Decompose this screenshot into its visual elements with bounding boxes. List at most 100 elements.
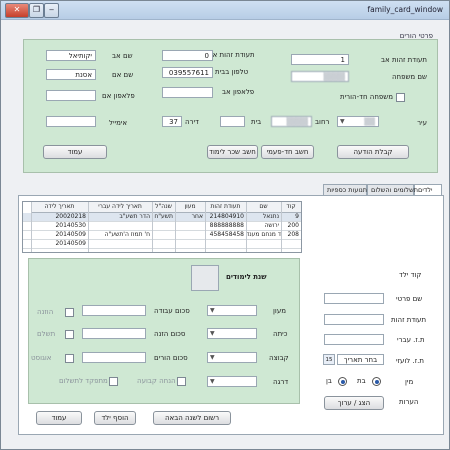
receive-message-button[interactable]: קבלת הודעה — [337, 145, 409, 159]
close-icon: ✕ — [13, 5, 21, 14]
table-row[interactable]: 20140509 — [23, 240, 301, 249]
col-header-heb-birth[interactable]: תאריך לידה עברי — [88, 202, 152, 213]
mother-name-label: שם אם — [112, 71, 134, 79]
paid-checkbox[interactable] — [65, 330, 74, 339]
first-name-input[interactable] — [324, 293, 384, 304]
table-row[interactable]: 9 נתנאל 214804910 אחר תשע"ח הדר תשע"ב 20… — [23, 213, 301, 222]
female-radio[interactable] — [372, 377, 381, 386]
email-label: אימייל — [109, 119, 128, 127]
col-header-kindergarten[interactable]: מעון — [175, 202, 205, 213]
calendar-icon[interactable]: 15 — [323, 354, 335, 365]
father-name-label: שם אב — [112, 52, 133, 60]
tab-transactions[interactable]: תנועות כספיות — [323, 184, 367, 195]
calc-tuition-button[interactable]: חשב שכר לימוד — [207, 145, 258, 159]
table-row[interactable]: 200 ירושה 888888888 20140530 — [23, 222, 301, 231]
minimize-icon: ‒ — [48, 5, 55, 14]
close-button[interactable]: ✕ — [5, 3, 29, 18]
first-name-label: שם פרטי — [396, 295, 423, 303]
mother-cell-input[interactable] — [46, 90, 96, 101]
home-phone-input[interactable]: 039557611 — [162, 67, 213, 78]
single-parent-checkbox[interactable] — [396, 93, 405, 102]
chevron-down-icon: ▼ — [340, 118, 345, 125]
group-combo[interactable]: ▼ — [207, 352, 257, 363]
chevron-down-icon: ▼ — [210, 330, 215, 337]
parents-group: פרטי הורים תעודת זהות אב 1 שם משפחה ▒▒▒▒… — [23, 32, 438, 173]
gender-label: מין — [405, 378, 414, 386]
single-parent-calc-button[interactable]: חשב חד-פעמי — [261, 145, 314, 159]
family-code-input[interactable]: 1 — [291, 54, 349, 65]
city-label: עיר — [417, 119, 427, 127]
approved-label: הוזנה — [37, 308, 54, 316]
father-cell-input[interactable] — [162, 87, 213, 98]
birth-date-label: ת.ז. לועזי — [396, 357, 424, 365]
approved-checkbox[interactable] — [65, 308, 74, 317]
children-grid[interactable]: קוד שם תעודת זהות מעון שנה"ל תאריך לידה … — [22, 201, 302, 253]
restore-icon: ❐ — [32, 5, 41, 14]
male-radio[interactable] — [338, 377, 347, 386]
parents-hours-input[interactable] — [82, 352, 146, 363]
fixed-discount-checkbox[interactable] — [177, 377, 186, 386]
study-year-group: שנת לימודים מעון ▼ כיתה ▼ קבוצה ▼ דרגה ▼… — [28, 258, 300, 404]
study-year-label: שנת לימודים — [226, 273, 267, 281]
child-id-input[interactable] — [324, 314, 384, 325]
parents-hours-label: סכום הורים — [154, 354, 188, 362]
level-label: דרגה — [273, 378, 289, 386]
child-id-label: תעודת זהות — [391, 316, 427, 324]
female-label: בת — [357, 377, 366, 385]
col-header-birth[interactable]: תאריך לידה — [31, 202, 88, 213]
page-button[interactable]: עמוד — [36, 411, 82, 425]
other-discount-label: מתפקד לתשלום — [59, 377, 108, 385]
father-name-input[interactable]: יקותיאל — [46, 50, 96, 61]
single-parent-label: משפחה חד-הורית — [340, 93, 393, 101]
chevron-down-icon: ▼ — [210, 378, 215, 385]
col-header-name[interactable]: שם — [246, 202, 281, 213]
add-child-button[interactable]: הוסף ילד — [94, 411, 136, 425]
mother-name-input[interactable]: אסנת — [46, 69, 96, 80]
apartment-label: דירה — [185, 118, 199, 126]
paid-label: תשלם — [37, 330, 56, 338]
heb-date-input[interactable] — [324, 334, 384, 345]
eating-hours-input[interactable] — [82, 328, 146, 339]
august-label: אוגוסט — [31, 354, 52, 362]
heb-date-label: ת.ז. עברי — [397, 336, 425, 344]
level-combo[interactable]: ▼ — [207, 376, 257, 387]
table-row[interactable]: 208 דוד מנחם מענד 458458458 ח' תמוז ה'תש… — [23, 231, 301, 240]
eating-hours-label: סכום הזנה — [154, 330, 186, 338]
male-label: בן — [326, 377, 332, 385]
august-checkbox[interactable] — [65, 354, 74, 363]
col-header-id[interactable]: תעודת זהות — [205, 202, 246, 213]
father-id-input[interactable]: 0 — [162, 50, 213, 61]
class-combo[interactable]: ▼ — [207, 328, 257, 339]
fixed-discount-label: הנחה קבועה — [137, 377, 176, 385]
child-code-label: קוד ילד — [399, 271, 422, 279]
birth-date-picker[interactable]: בחר תאריך — [337, 354, 384, 365]
street-input[interactable]: ▒▒▒▒ — [271, 116, 312, 127]
house-input[interactable] — [220, 116, 245, 127]
restore-button[interactable]: ❐ — [29, 3, 44, 18]
other-discount-checkbox[interactable] — [109, 377, 118, 386]
apartment-input[interactable]: 37 — [162, 116, 182, 127]
show-edit-button[interactable]: הצג / ערוך — [324, 396, 384, 410]
family-name-input[interactable]: ▒▒▒▒ — [291, 71, 349, 82]
tab-strip: ילדים תשלומים והשלום תנועות כספיות — [1, 184, 449, 195]
col-header-code[interactable]: קוד — [281, 202, 301, 213]
photo-box — [191, 265, 219, 291]
kindergarten-combo[interactable]: ▼ — [207, 305, 257, 316]
next-page-button[interactable]: עמוד — [43, 145, 107, 159]
tab-payments[interactable]: תשלומים והשלום — [367, 184, 418, 195]
window-title: family_card_window — [367, 5, 443, 14]
father-cell-label: פלאפון אב — [222, 88, 255, 96]
mother-cell-label: פלאפון אם — [102, 92, 135, 100]
city-combo[interactable]: ▼ ▒▒ — [337, 116, 379, 127]
father-id-label: תעודת זהות אם — [208, 51, 255, 59]
minimize-button[interactable]: ‒ — [44, 3, 59, 18]
email-input[interactable] — [46, 116, 96, 127]
parents-legend: פרטי הורים — [399, 32, 433, 40]
col-header-year[interactable]: שנה"ל — [152, 202, 175, 213]
register-next-year-button[interactable]: רשום לשנה הבאה — [153, 411, 231, 425]
chevron-down-icon: ▼ — [210, 307, 215, 314]
kindergarten-label: מעון — [273, 307, 286, 315]
title-bar: ✕ ❐ ‒ family_card_window — [1, 1, 449, 20]
work-hours-input[interactable] — [82, 305, 146, 316]
tab-children[interactable]: ילדים — [414, 184, 442, 195]
